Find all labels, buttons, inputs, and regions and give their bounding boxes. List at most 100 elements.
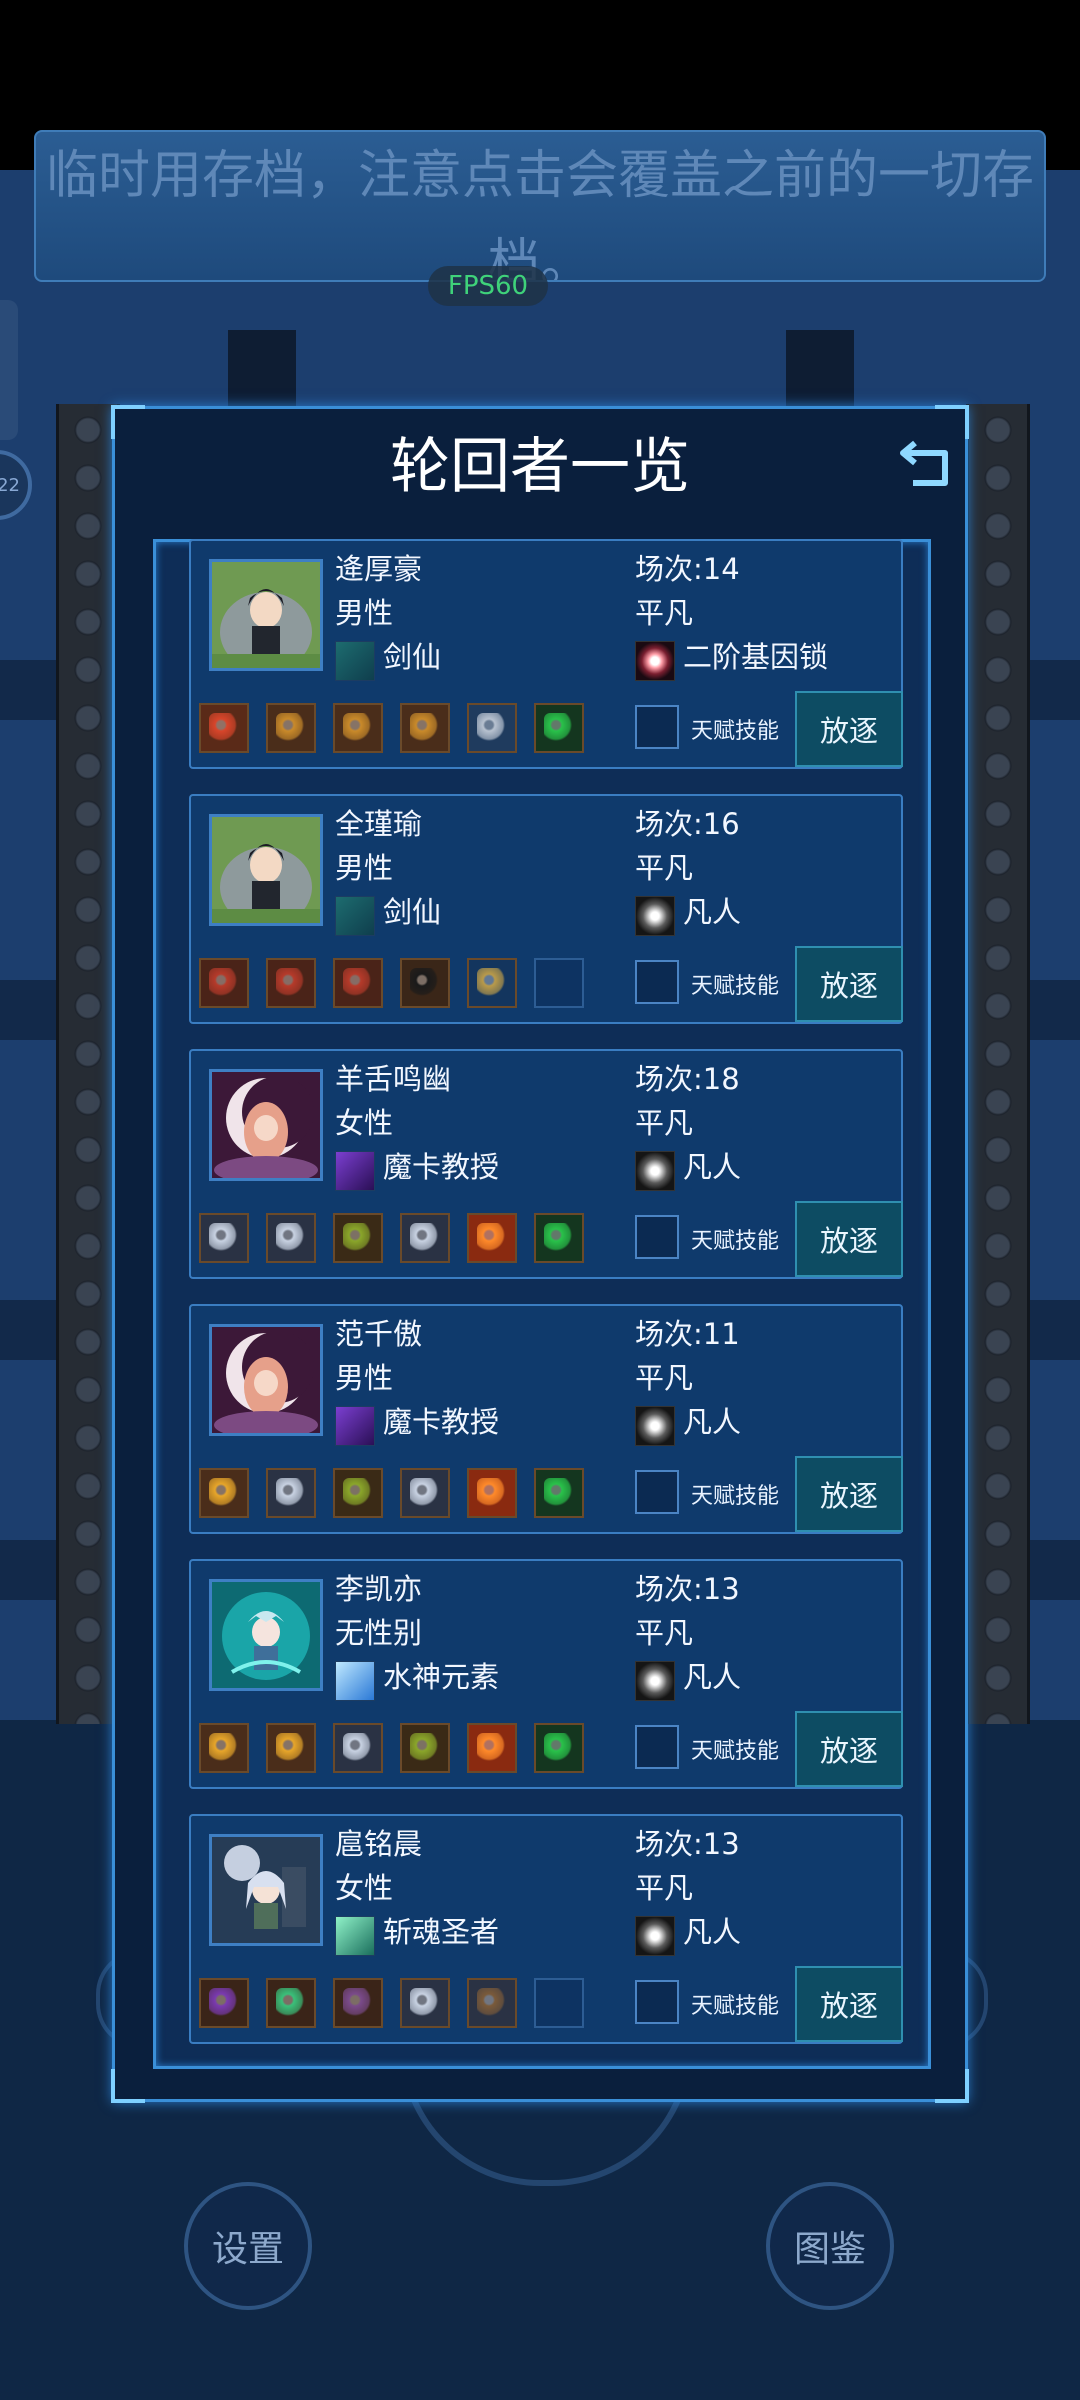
fire-orb-icon[interactable]: [467, 1468, 517, 1518]
power-label: 凡人: [683, 1405, 742, 1439]
back-button[interactable]: [893, 427, 963, 497]
fps-counter: FPS60: [428, 266, 548, 306]
character-name: 范千傲: [335, 1317, 423, 1351]
book-icon[interactable]: [266, 1468, 316, 1518]
robot-part-icon[interactable]: [467, 703, 517, 753]
character-card-1: 逄厚豪 男性 剑仙 场次:14 平凡 二阶基因锁 天赋技能 放逐: [189, 539, 903, 769]
book-icon[interactable]: [400, 1468, 450, 1518]
exile-button[interactable]: 放逐: [795, 1966, 903, 2042]
empty-item-slot[interactable]: [534, 1978, 584, 2028]
book-icon[interactable]: [400, 1213, 450, 1263]
codex-button[interactable]: 图鉴: [766, 2182, 894, 2310]
item-glyph: [209, 1223, 239, 1253]
herb-icon[interactable]: [333, 1213, 383, 1263]
gold-gem-icon[interactable]: [266, 1723, 316, 1773]
notice-text: 临时用存档，注意点击会覆盖之前的一切存档。: [45, 146, 1034, 282]
book-icon[interactable]: [266, 1213, 316, 1263]
avatar-water-spirit-portrait[interactable]: [209, 1579, 323, 1691]
character-name: 扈铭晨: [335, 1827, 423, 1861]
power-label: 凡人: [683, 1660, 742, 1694]
talent-checkbox[interactable]: [635, 1215, 679, 1259]
rank-label: 平凡: [635, 1361, 694, 1395]
exile-button[interactable]: 放逐: [795, 946, 903, 1022]
mortal-icon: [635, 1151, 675, 1191]
portrait-image: [212, 1837, 320, 1943]
fire-orb-icon[interactable]: [467, 1723, 517, 1773]
gold-ore-icon[interactable]: [333, 703, 383, 753]
green-rune-icon[interactable]: [534, 1468, 584, 1518]
panel-title: 轮回者一览: [390, 432, 690, 502]
talent-checkbox[interactable]: [635, 1980, 679, 2024]
character-card-5: 李凯亦 无性别 水神元素 场次:13 平凡 凡人 天赋技能 放逐: [189, 1559, 903, 1789]
exile-button[interactable]: 放逐: [795, 1456, 903, 1532]
herb-icon[interactable]: [400, 1723, 450, 1773]
purple-crystal-icon[interactable]: [199, 1978, 249, 2028]
item-glyph: [410, 1733, 440, 1763]
talent-checkbox[interactable]: [635, 1725, 679, 1769]
rank-label: 平凡: [635, 851, 694, 885]
backpack-icon[interactable]: [467, 1978, 517, 2028]
item-glyph: [209, 1733, 239, 1763]
red-crystal-icon[interactable]: [199, 703, 249, 753]
book-icon[interactable]: [400, 1978, 450, 2028]
goggles-icon[interactable]: [400, 958, 450, 1008]
avatar-moon-mage-portrait[interactable]: [209, 1069, 323, 1181]
exile-button[interactable]: 放逐: [795, 1711, 903, 1787]
book-icon[interactable]: [333, 1723, 383, 1773]
exile-button[interactable]: 放逐: [795, 1201, 903, 1277]
settings-button[interactable]: 设置: [184, 2182, 312, 2310]
save-notice-banner[interactable]: 临时用存档，注意点击会覆盖之前的一切存档。: [34, 130, 1046, 282]
item-glyph: [477, 1478, 507, 1508]
fire-orb-icon[interactable]: [467, 1213, 517, 1263]
item-glyph: [544, 1478, 574, 1508]
character-gender: 男性: [335, 851, 394, 885]
herb-icon[interactable]: [333, 1468, 383, 1518]
character-gender: 男性: [335, 1361, 394, 1395]
red-ore-icon[interactable]: [266, 958, 316, 1008]
exile-label: 放逐: [819, 1989, 878, 2023]
item-glyph: [477, 968, 507, 998]
side-drawer-tab[interactable]: [0, 300, 18, 440]
avatar-swordsman-portrait[interactable]: [209, 559, 323, 671]
red-ore-icon[interactable]: [333, 958, 383, 1008]
empty-item-slot[interactable]: [534, 958, 584, 1008]
talent-checkbox[interactable]: [635, 1470, 679, 1514]
exile-label: 放逐: [819, 714, 878, 748]
green-rune-icon[interactable]: [534, 703, 584, 753]
exile-button[interactable]: 放逐: [795, 691, 903, 767]
character-class: 魔卡教授: [383, 1405, 500, 1439]
purple-ore-icon[interactable]: [333, 1978, 383, 2028]
character-list[interactable]: 逄厚豪 男性 剑仙 场次:14 平凡 二阶基因锁 天赋技能 放逐 全瑾瑜 男性 …: [153, 539, 931, 2069]
character-class: 魔卡教授: [383, 1150, 500, 1184]
gold-ore-icon[interactable]: [266, 703, 316, 753]
character-gender: 女性: [335, 1871, 394, 1905]
item-glyph: [410, 1223, 440, 1253]
item-glyph: [343, 1733, 373, 1763]
gold-gem-icon[interactable]: [199, 1468, 249, 1518]
item-glyph: [477, 1733, 507, 1763]
scene-pillar: [228, 330, 296, 406]
green-rune-icon[interactable]: [534, 1723, 584, 1773]
gold-ore-icon[interactable]: [400, 703, 450, 753]
round-count: 场次:18: [635, 1062, 740, 1096]
exile-label: 放逐: [819, 1479, 878, 1513]
portrait-image: [212, 817, 320, 923]
round-count: 场次:13: [635, 1572, 740, 1606]
item-glyph: [477, 713, 507, 743]
item-glyph: [343, 968, 373, 998]
stick-icon[interactable]: [467, 958, 517, 1008]
red-ore-icon[interactable]: [199, 958, 249, 1008]
book-icon[interactable]: [199, 1213, 249, 1263]
avatar-silver-knight-portrait[interactable]: [209, 1834, 323, 1946]
gold-gem-icon[interactable]: [199, 1723, 249, 1773]
magic-card-icon: [335, 1406, 375, 1446]
green-rune-icon[interactable]: [534, 1213, 584, 1263]
green-crystal-icon[interactable]: [266, 1978, 316, 2028]
avatar-moon-mage-portrait[interactable]: [209, 1324, 323, 1436]
mortal-icon: [635, 896, 675, 936]
talent-checkbox[interactable]: [635, 705, 679, 749]
talent-checkbox[interactable]: [635, 960, 679, 1004]
avatar-swordsman-portrait[interactable]: [209, 814, 323, 926]
item-glyph: [544, 713, 574, 743]
panel-corner: [111, 2069, 145, 2103]
